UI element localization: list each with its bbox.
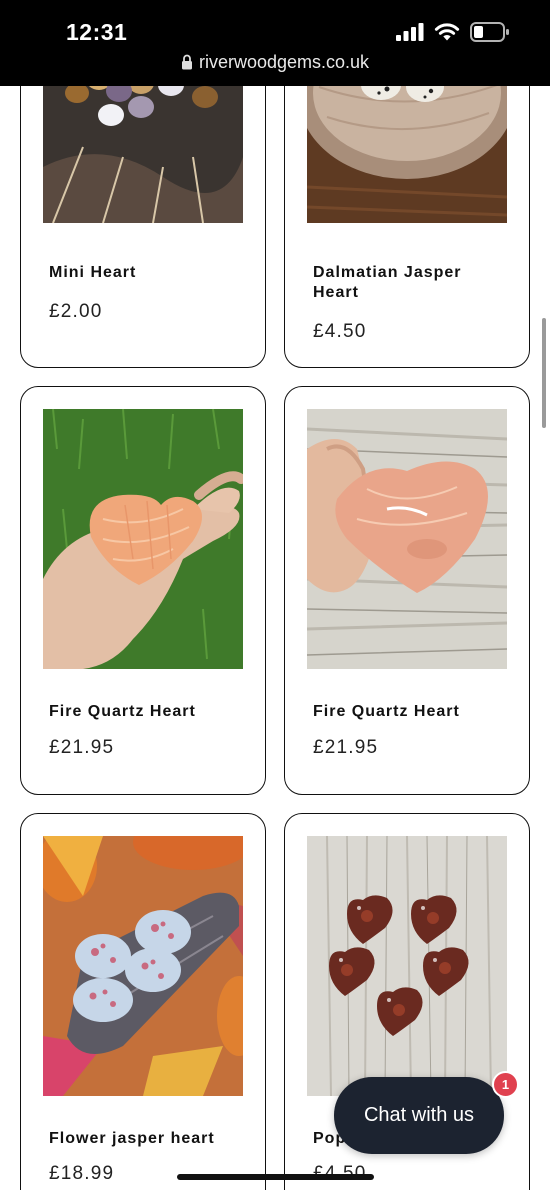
product-card[interactable]: Flower jasper heart £18.99 [20,813,266,1190]
product-price: £21.95 [313,737,379,758]
product-image[interactable] [307,86,507,223]
product-title[interactable]: Fire Quartz Heart [49,702,245,722]
product-title[interactable]: Mini Heart [49,263,245,283]
product-card[interactable]: Mini Heart £2.00 [20,86,266,368]
chat-button[interactable]: Chat with us [334,1077,504,1154]
scrollbar-thumb[interactable] [542,318,546,428]
product-image[interactable] [43,409,243,669]
product-title[interactable]: Dalmatian Jasper Heart [313,263,509,303]
product-card[interactable]: Fire Quartz Heart £21.95 [20,386,266,795]
product-title[interactable]: Fire Quartz Heart [313,702,509,722]
chat-button-label: Chat with us [363,1104,475,1126]
product-price: £21.95 [49,737,115,758]
wifi-icon [434,22,460,40]
chat-notification-badge: 1 [492,1071,519,1098]
battery-icon [470,22,509,42]
url-bar[interactable]: riverwoodgems.co.uk [0,52,550,73]
product-card[interactable]: Dalmatian Jasper Heart £4.50 [284,86,530,368]
product-image[interactable] [307,409,507,669]
product-title[interactable]: Flower jasper heart [49,1129,245,1149]
product-price: £4.50 [313,321,367,342]
product-image[interactable] [43,86,243,223]
home-indicator[interactable] [177,1174,374,1180]
url-text: riverwoodgems.co.uk [198,52,370,72]
status-icons [396,22,510,42]
product-price: £2.00 [49,301,103,322]
status-bar: 12:31 riverwoodgems.co.uk [0,0,550,86]
product-price: £18.99 [49,1163,115,1184]
product-card[interactable]: Fire Quartz Heart £21.95 [284,386,530,795]
product-image[interactable] [43,836,243,1096]
lock-icon [181,54,192,70]
product-grid: Mini Heart £2.00 Dalmatian Jasper Heart … [0,86,550,1190]
clock: 12:31 [66,19,128,45]
cellular-signal-icon [396,23,424,41]
product-image[interactable] [307,836,507,1096]
